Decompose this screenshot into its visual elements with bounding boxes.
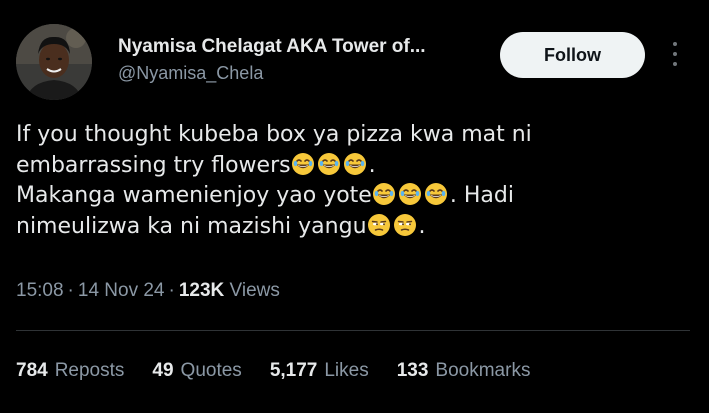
reposts-stat[interactable]: 784 Reposts xyxy=(16,360,124,382)
grinning-squinting-face-emoji-icon xyxy=(424,182,448,206)
views-label: Views xyxy=(229,280,280,301)
tweet-line: nimeulizwa ka ni mazishi yangu. xyxy=(16,213,426,239)
tweet-time[interactable]: 15:08 xyxy=(16,280,64,301)
grinning-squinting-face-emoji-icon xyxy=(291,152,315,176)
author-handle[interactable]: @Nyamisa_Chela xyxy=(118,63,263,84)
tweet-text: If you thought kubeba box ya pizza kwa m… xyxy=(16,120,696,242)
grinning-squinting-face-emoji-icon xyxy=(317,152,341,176)
likes-stat[interactable]: 5,177 Likes xyxy=(270,360,369,382)
more-vertical-icon[interactable] xyxy=(668,38,682,70)
bookmarks-stat[interactable]: 133 Bookmarks xyxy=(397,360,531,382)
quotes-stat[interactable]: 49 Quotes xyxy=(152,360,241,382)
tweet-date[interactable]: 14 Nov 24 xyxy=(78,280,165,301)
unamused-face-emoji-icon xyxy=(393,213,417,237)
grinning-squinting-face-emoji-icon xyxy=(372,182,396,206)
author-display-name[interactable]: Nyamisa Chelagat AKA Tower of... xyxy=(118,36,426,58)
avatar[interactable] xyxy=(16,24,92,100)
views-count: 123K xyxy=(178,280,225,301)
tweet-line: If you thought kubeba box ya pizza kwa m… xyxy=(16,122,532,147)
engagement-stats: 784 Reposts 49 Quotes 5,177 Likes 133 Bookma… xyxy=(16,360,530,382)
grinning-squinting-face-emoji-icon xyxy=(343,152,367,176)
unamused-face-emoji-icon xyxy=(367,213,391,237)
divider xyxy=(16,330,690,331)
follow-button[interactable]: Follow xyxy=(500,32,645,78)
tweet-line: Makanga wamenienjoy yao yote. Hadi xyxy=(16,182,514,208)
tweet-line: embarrassing try flowers. xyxy=(16,152,376,178)
profile-photo xyxy=(16,24,92,100)
tweet-meta: 15:08 · 14 Nov 24 · 123K Views xyxy=(16,280,280,301)
grinning-squinting-face-emoji-icon xyxy=(398,182,422,206)
